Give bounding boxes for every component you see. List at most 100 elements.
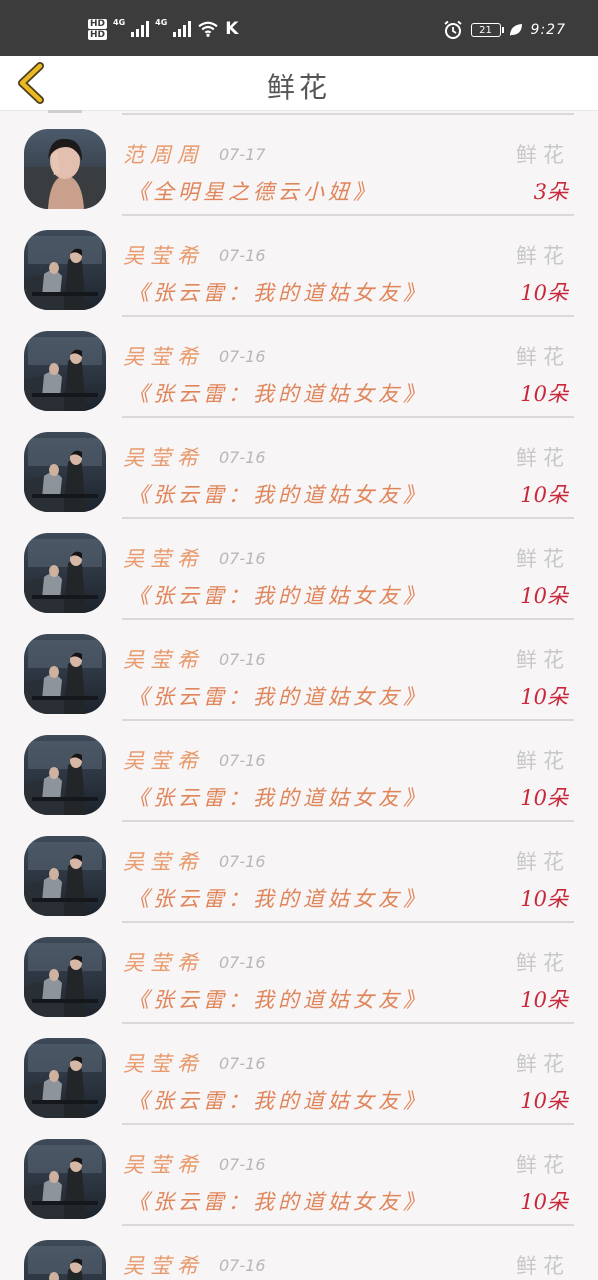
gift-date: 07-17 <box>219 145 266 164</box>
hd-badge-2: HD <box>88 29 108 40</box>
battery-icon: 21 <box>470 23 504 37</box>
work-title[interactable]: 《张云雷：我的道姑女友》 <box>128 580 428 610</box>
gift-count: 10朵 <box>520 584 568 608</box>
sender-name: 吴莹希 <box>123 1254 204 1278</box>
gift-count: 10朵 <box>520 685 568 709</box>
avatar[interactable] <box>24 1038 106 1118</box>
avatar[interactable] <box>24 432 106 512</box>
status-bar: HD HD 4G 4G K 21 9:27 <box>0 0 598 56</box>
gift-date: 07-16 <box>219 751 266 770</box>
network-type-1: 4G <box>113 18 126 27</box>
hd-indicators: HD HD <box>88 18 108 40</box>
work-title[interactable]: 《张云雷：我的道姑女友》 <box>128 1085 428 1115</box>
gift-date: 07-16 <box>219 1256 266 1275</box>
signal-icon <box>131 21 150 37</box>
gift-type: 鲜花 <box>516 446 570 470</box>
sender-name: 范周周 <box>123 143 204 167</box>
sender-name: 吴莹希 <box>123 446 204 470</box>
gift-date: 07-16 <box>219 246 266 265</box>
gift-count: 10朵 <box>520 786 568 810</box>
gift-count: 10朵 <box>520 1190 568 1214</box>
gift-type: 鲜花 <box>516 951 570 975</box>
wifi-icon <box>198 21 218 37</box>
gift-date: 07-16 <box>219 852 266 871</box>
list-item[interactable]: 吴莹希 07-16 鲜花 《张云雷：我的道姑女友》 10朵 <box>0 211 598 317</box>
avatar[interactable] <box>24 634 106 714</box>
avatar[interactable] <box>24 230 106 310</box>
work-title[interactable]: 《张云雷：我的道姑女友》 <box>128 479 428 509</box>
list-item[interactable]: 范周周 07-17 鲜花 《全明星之德云小妞》 3朵 <box>0 110 598 216</box>
work-title[interactable]: 《张云雷：我的道姑女友》 <box>128 277 428 307</box>
gift-date: 07-16 <box>219 953 266 972</box>
leaf-icon <box>509 24 522 36</box>
gift-type: 鲜花 <box>516 547 570 571</box>
sender-name: 吴莹希 <box>123 749 204 773</box>
hd-badge-1: HD <box>88 18 108 29</box>
list-item[interactable]: 吴莹希 07-16 鲜花 《张云雷：我的道姑女友》 10朵 <box>0 312 598 418</box>
gift-type: 鲜花 <box>516 850 570 874</box>
carrier-k-icon: K <box>225 19 239 39</box>
gift-date: 07-16 <box>219 448 266 467</box>
sender-name: 吴莹希 <box>123 1153 204 1177</box>
gift-type: 鲜花 <box>516 143 570 167</box>
sender-name: 吴莹希 <box>123 648 204 672</box>
avatar[interactable] <box>24 533 106 613</box>
work-title[interactable]: 《张云雷：我的道姑女友》 <box>128 378 428 408</box>
list-item[interactable]: 吴莹希 07-16 鲜花 《张云雷：我的道姑女友》 10朵 <box>0 918 598 1024</box>
sender-name: 吴莹希 <box>123 850 204 874</box>
avatar[interactable] <box>24 1139 106 1219</box>
sender-name: 吴莹希 <box>123 547 204 571</box>
gift-count: 10朵 <box>520 887 568 911</box>
gift-type: 鲜花 <box>516 1052 570 1076</box>
gift-count: 10朵 <box>520 483 568 507</box>
list-item[interactable]: 吴莹希 07-16 鲜花 <box>0 1221 598 1280</box>
work-title[interactable]: 《张云雷：我的道姑女友》 <box>128 883 428 913</box>
gift-count: 10朵 <box>520 1089 568 1113</box>
gift-date: 07-16 <box>219 549 266 568</box>
gift-date: 07-16 <box>219 1155 266 1174</box>
list-item[interactable]: 吴莹希 07-16 鲜花 《张云雷：我的道姑女友》 10朵 <box>0 514 598 620</box>
clock: 9:27 <box>530 22 566 38</box>
gift-type: 鲜花 <box>516 244 570 268</box>
list-item[interactable]: 吴莹希 07-16 鲜花 《张云雷：我的道姑女友》 10朵 <box>0 1019 598 1125</box>
sender-name: 吴莹希 <box>123 244 204 268</box>
sender-name: 吴莹希 <box>123 951 204 975</box>
work-title[interactable]: 《张云雷：我的道姑女友》 <box>128 782 428 812</box>
work-title[interactable]: 《张云雷：我的道姑女友》 <box>128 984 428 1014</box>
gift-type: 鲜花 <box>516 648 570 672</box>
gift-type: 鲜花 <box>516 1254 570 1278</box>
alarm-icon <box>443 20 462 39</box>
list-item[interactable]: 吴莹希 07-16 鲜花 《张云雷：我的道姑女友》 10朵 <box>0 1120 598 1226</box>
list-item[interactable]: 吴莹希 07-16 鲜花 《张云雷：我的道姑女友》 10朵 <box>0 413 598 519</box>
list-item[interactable]: 吴莹希 07-16 鲜花 《张云雷：我的道姑女友》 10朵 <box>0 716 598 822</box>
gift-count: 10朵 <box>520 382 568 406</box>
signal-icon <box>173 21 192 37</box>
gift-type: 鲜花 <box>516 749 570 773</box>
app-header: 鲜花 <box>0 56 598 111</box>
avatar[interactable] <box>24 1240 106 1280</box>
work-title[interactable]: 《全明星之德云小妞》 <box>128 176 378 206</box>
work-title[interactable]: 《张云雷：我的道姑女友》 <box>128 681 428 711</box>
list-item[interactable]: 吴莹希 07-16 鲜花 《张云雷：我的道姑女友》 10朵 <box>0 615 598 721</box>
avatar[interactable] <box>24 735 106 815</box>
gift-date: 07-16 <box>219 347 266 366</box>
gift-record-list[interactable]: 范周周 07-17 鲜花 《全明星之德云小妞》 3朵 吴莹希 07-16 鲜花 … <box>0 110 598 1280</box>
avatar[interactable] <box>24 129 106 209</box>
gift-count: 3朵 <box>533 180 568 204</box>
gift-date: 07-16 <box>219 650 266 669</box>
sender-name: 吴莹希 <box>123 1052 204 1076</box>
work-title[interactable]: 《张云雷：我的道姑女友》 <box>128 1186 428 1216</box>
network-type-2: 4G <box>155 18 168 27</box>
list-item[interactable]: 吴莹希 07-16 鲜花 《张云雷：我的道姑女友》 10朵 <box>0 817 598 923</box>
gift-type: 鲜花 <box>516 1153 570 1177</box>
gift-date: 07-16 <box>219 1054 266 1073</box>
sender-name: 吴莹希 <box>123 345 204 369</box>
gift-count: 10朵 <box>520 988 568 1012</box>
gift-type: 鲜花 <box>516 345 570 369</box>
avatar[interactable] <box>24 836 106 916</box>
avatar[interactable] <box>24 937 106 1017</box>
gift-count: 10朵 <box>520 281 568 305</box>
page-title: 鲜花 <box>266 71 331 104</box>
status-left: HD HD 4G 4G K <box>88 16 238 42</box>
avatar[interactable] <box>24 331 106 411</box>
